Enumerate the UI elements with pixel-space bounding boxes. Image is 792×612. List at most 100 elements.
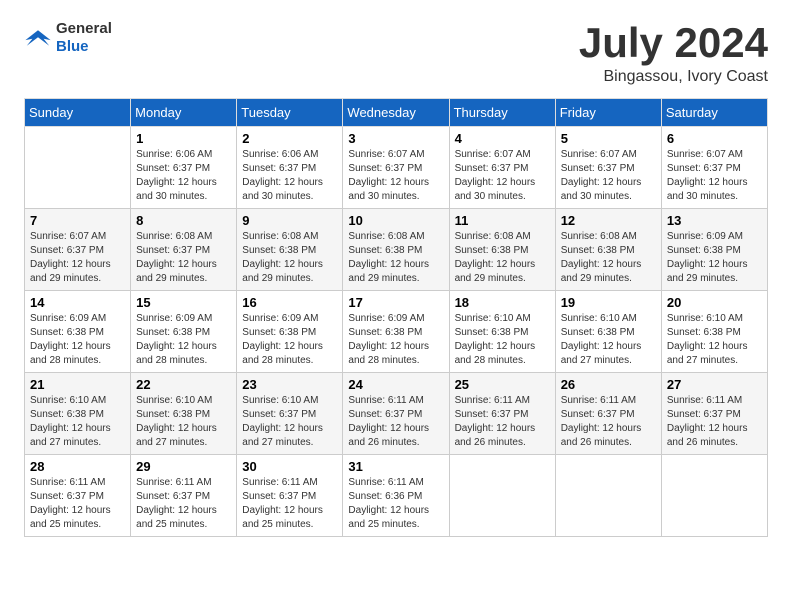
column-header-tuesday: Tuesday [237, 99, 343, 127]
day-detail: Sunrise: 6:09 AMSunset: 6:38 PMDaylight:… [348, 312, 443, 368]
logo-icon [24, 27, 52, 49]
day-number: 30 [242, 459, 337, 474]
logo-general: General [56, 20, 112, 37]
day-detail: Sunrise: 6:11 AMSunset: 6:37 PMDaylight:… [455, 394, 550, 450]
day-detail: Sunrise: 6:07 AMSunset: 6:37 PMDaylight:… [667, 148, 762, 204]
calendar-cell [661, 455, 767, 537]
calendar-cell: 24 Sunrise: 6:11 AMSunset: 6:37 PMDayligh… [343, 373, 449, 455]
calendar-cell: 11 Sunrise: 6:08 AMSunset: 6:38 PMDayligh… [449, 209, 555, 291]
calendar-cell: 28 Sunrise: 6:11 AMSunset: 6:37 PMDayligh… [25, 455, 131, 537]
column-header-sunday: Sunday [25, 99, 131, 127]
day-detail: Sunrise: 6:11 AMSunset: 6:37 PMDaylight:… [242, 476, 337, 532]
day-detail: Sunrise: 6:11 AMSunset: 6:36 PMDaylight:… [348, 476, 443, 532]
column-header-thursday: Thursday [449, 99, 555, 127]
calendar-cell: 17 Sunrise: 6:09 AMSunset: 6:38 PMDayligh… [343, 291, 449, 373]
day-number: 15 [136, 295, 231, 310]
day-detail: Sunrise: 6:11 AMSunset: 6:37 PMDaylight:… [30, 476, 125, 532]
calendar-cell: 9Sunrise: 6:08 AMSunset: 6:38 PMDaylight… [237, 209, 343, 291]
calendar-cell: 21 Sunrise: 6:10 AMSunset: 6:38 PMDayligh… [25, 373, 131, 455]
day-number: 28 [30, 459, 125, 474]
day-number: 20 [667, 295, 762, 310]
calendar-cell [25, 127, 131, 209]
day-number: 4 [455, 131, 550, 146]
calendar-cell: 7Sunrise: 6:07 AMSunset: 6:37 PMDaylight… [25, 209, 131, 291]
day-detail: Sunrise: 6:08 AMSunset: 6:38 PMDaylight:… [242, 230, 337, 286]
calendar-week-row: 1 Sunrise: 6:06 AMSunset: 6:37 PMDaylight… [25, 127, 768, 209]
calendar-cell: 14Sunrise: 6:09 AMSunset: 6:38 PMDayligh… [25, 291, 131, 373]
day-number: 27 [667, 377, 762, 392]
day-detail: Sunrise: 6:10 AMSunset: 6:37 PMDaylight:… [242, 394, 337, 450]
day-detail: Sunrise: 6:10 AMSunset: 6:38 PMDaylight:… [136, 394, 231, 450]
location-title: Bingassou, Ivory Coast [579, 68, 768, 86]
day-detail: Sunrise: 6:10 AMSunset: 6:38 PMDaylight:… [561, 312, 656, 368]
column-header-wednesday: Wednesday [343, 99, 449, 127]
calendar-cell: 25 Sunrise: 6:11 AMSunset: 6:37 PMDayligh… [449, 373, 555, 455]
day-detail: Sunrise: 6:10 AMSunset: 6:38 PMDaylight:… [30, 394, 125, 450]
day-number: 2 [242, 131, 337, 146]
calendar-table: SundayMondayTuesdayWednesdayThursdayFrid… [24, 98, 768, 537]
day-detail: Sunrise: 6:07 AMSunset: 6:37 PMDaylight:… [455, 148, 550, 204]
day-number: 10 [348, 213, 443, 228]
calendar-cell: 18Sunrise: 6:10 AMSunset: 6:38 PMDayligh… [449, 291, 555, 373]
column-header-saturday: Saturday [661, 99, 767, 127]
day-detail: Sunrise: 6:07 AMSunset: 6:37 PMDaylight:… [561, 148, 656, 204]
calendar-cell: 10 Sunrise: 6:08 AMSunset: 6:38 PMDayligh… [343, 209, 449, 291]
calendar-cell: 3Sunrise: 6:07 AMSunset: 6:37 PMDaylight… [343, 127, 449, 209]
calendar-cell: 12Sunrise: 6:08 AMSunset: 6:38 PMDayligh… [555, 209, 661, 291]
logo: General Blue [24, 20, 112, 56]
calendar-week-row: 14 Sunrise: 6:09 AMSunset: 6:38 PMDayligh… [25, 291, 768, 373]
calendar-cell: 6 Sunrise: 6:07 AMSunset: 6:37 PMDaylight… [661, 127, 767, 209]
logo-blue: Blue [56, 38, 89, 55]
day-detail: Sunrise: 6:08 AMSunset: 6:38 PMDaylight:… [348, 230, 443, 286]
day-detail: Sunrise: 6:11 AMSunset: 6:37 PMDaylight:… [348, 394, 443, 450]
day-number: 24 [348, 377, 443, 392]
day-number: 14 [30, 295, 125, 310]
calendar-cell: 22 Sunrise: 6:10 AMSunset: 6:38 PMDayligh… [131, 373, 237, 455]
calendar-cell: 30 Sunrise: 6:11 AMSunset: 6:37 PMDayligh… [237, 455, 343, 537]
calendar-cell: 16 Sunrise: 6:09 AMSunset: 6:38 PMDayligh… [237, 291, 343, 373]
calendar-cell: 8 Sunrise: 6:08 AMSunset: 6:37 PMDaylight… [131, 209, 237, 291]
column-header-friday: Friday [555, 99, 661, 127]
day-number: 1 [136, 131, 231, 146]
day-detail: Sunrise: 6:10 AMSunset: 6:38 PMDaylight:… [667, 312, 762, 368]
day-number: 23 [242, 377, 337, 392]
day-detail: Sunrise: 6:09 AMSunset: 6:38 PMDaylight:… [242, 312, 337, 368]
day-number: 17 [348, 295, 443, 310]
day-detail: Sunrise: 6:06 AMSunset: 6:37 PMDaylight:… [242, 148, 337, 204]
calendar-cell: 26 Sunrise: 6:11 AMSunset: 6:37 PMDayligh… [555, 373, 661, 455]
calendar-week-row: 7Sunrise: 6:07 AMSunset: 6:37 PMDaylight… [25, 209, 768, 291]
day-detail: Sunrise: 6:08 AMSunset: 6:37 PMDaylight:… [136, 230, 231, 286]
day-number: 22 [136, 377, 231, 392]
day-number: 19 [561, 295, 656, 310]
day-detail: Sunrise: 6:07 AMSunset: 6:37 PMDaylight:… [30, 230, 125, 286]
day-number: 21 [30, 377, 125, 392]
day-detail: Sunrise: 6:09 AMSunset: 6:38 PMDaylight:… [136, 312, 231, 368]
page-header: General Blue July 2024 Bingassou, Ivory … [24, 20, 768, 86]
day-number: 11 [455, 213, 550, 228]
calendar-cell: 2 Sunrise: 6:06 AMSunset: 6:37 PMDaylight… [237, 127, 343, 209]
calendar-week-row: 21 Sunrise: 6:10 AMSunset: 6:38 PMDayligh… [25, 373, 768, 455]
calendar-cell: 27 Sunrise: 6:11 AMSunset: 6:37 PMDayligh… [661, 373, 767, 455]
calendar-cell [555, 455, 661, 537]
day-number: 12 [561, 213, 656, 228]
day-number: 25 [455, 377, 550, 392]
calendar-cell: 29Sunrise: 6:11 AMSunset: 6:37 PMDayligh… [131, 455, 237, 537]
day-detail: Sunrise: 6:10 AMSunset: 6:38 PMDaylight:… [455, 312, 550, 368]
day-detail: Sunrise: 6:06 AMSunset: 6:37 PMDaylight:… [136, 148, 231, 204]
day-number: 29 [136, 459, 231, 474]
day-detail: Sunrise: 6:08 AMSunset: 6:38 PMDaylight:… [455, 230, 550, 286]
calendar-cell: 31Sunrise: 6:11 AMSunset: 6:36 PMDayligh… [343, 455, 449, 537]
day-detail: Sunrise: 6:07 AMSunset: 6:37 PMDaylight:… [348, 148, 443, 204]
day-number: 13 [667, 213, 762, 228]
day-number: 6 [667, 131, 762, 146]
column-header-monday: Monday [131, 99, 237, 127]
calendar-cell [449, 455, 555, 537]
day-detail: Sunrise: 6:11 AMSunset: 6:37 PMDaylight:… [561, 394, 656, 450]
calendar-cell: 1 Sunrise: 6:06 AMSunset: 6:37 PMDaylight… [131, 127, 237, 209]
calendar-cell: 13Sunrise: 6:09 AMSunset: 6:38 PMDayligh… [661, 209, 767, 291]
day-number: 16 [242, 295, 337, 310]
day-number: 26 [561, 377, 656, 392]
calendar-header-row: SundayMondayTuesdayWednesdayThursdayFrid… [25, 99, 768, 127]
day-number: 8 [136, 213, 231, 228]
day-detail: Sunrise: 6:11 AMSunset: 6:37 PMDaylight:… [667, 394, 762, 450]
